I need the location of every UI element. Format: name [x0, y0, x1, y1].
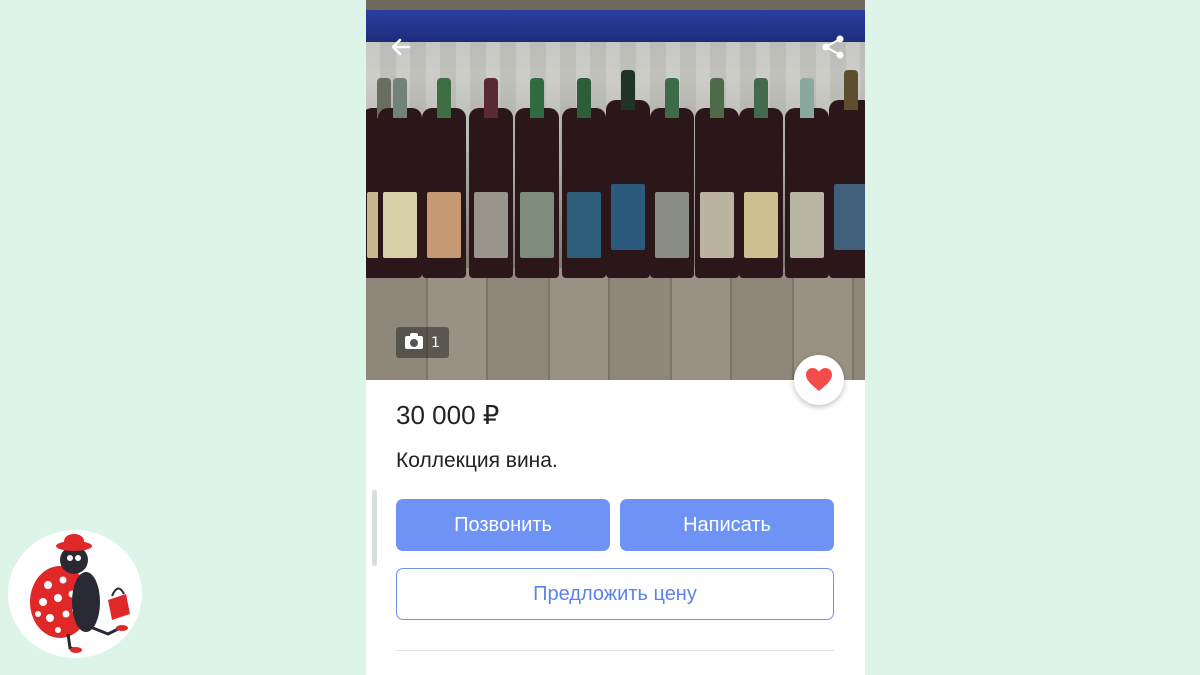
- listing-price: 30 000 ₽: [396, 400, 500, 430]
- wine-bottle: [515, 78, 559, 278]
- photo-bottles: [366, 70, 865, 278]
- write-button[interactable]: Написать: [620, 499, 834, 551]
- back-button[interactable]: [386, 32, 416, 62]
- wine-bottle: [829, 70, 865, 278]
- share-icon: [822, 35, 844, 59]
- photo-blue-beam: [366, 10, 865, 42]
- wine-bottle: [739, 78, 783, 278]
- wine-bottle: [695, 78, 739, 278]
- listing-photo[interactable]: 1: [366, 0, 865, 380]
- wine-bottle: [606, 70, 650, 278]
- photo-counter: 1: [396, 327, 449, 358]
- channel-mascot-logo: [8, 530, 142, 658]
- wine-bottle: [785, 78, 829, 278]
- phone-screen: 1 30 000 ₽ Коллекция вина. Позвонить Нап…: [366, 0, 865, 675]
- heart-icon: [806, 368, 832, 391]
- photo-wooden-floor: [366, 268, 865, 380]
- wine-bottle: [469, 78, 513, 278]
- section-divider: [396, 650, 834, 651]
- listing-title: Коллекция вина.: [396, 449, 558, 472]
- arrow-left-icon: [391, 38, 411, 56]
- wine-bottle: [378, 78, 422, 278]
- scrollbar-thumb[interactable]: [372, 490, 377, 566]
- wine-bottle: [650, 78, 694, 278]
- photo-count: 1: [431, 334, 440, 351]
- wine-bottle: [422, 78, 466, 278]
- call-button[interactable]: Позвонить: [396, 499, 610, 551]
- share-button[interactable]: [818, 32, 848, 62]
- camera-icon: [405, 333, 424, 349]
- favorite-button[interactable]: [794, 355, 844, 405]
- offer-price-button[interactable]: Предложить цену: [396, 568, 834, 620]
- wine-bottle: [562, 78, 606, 278]
